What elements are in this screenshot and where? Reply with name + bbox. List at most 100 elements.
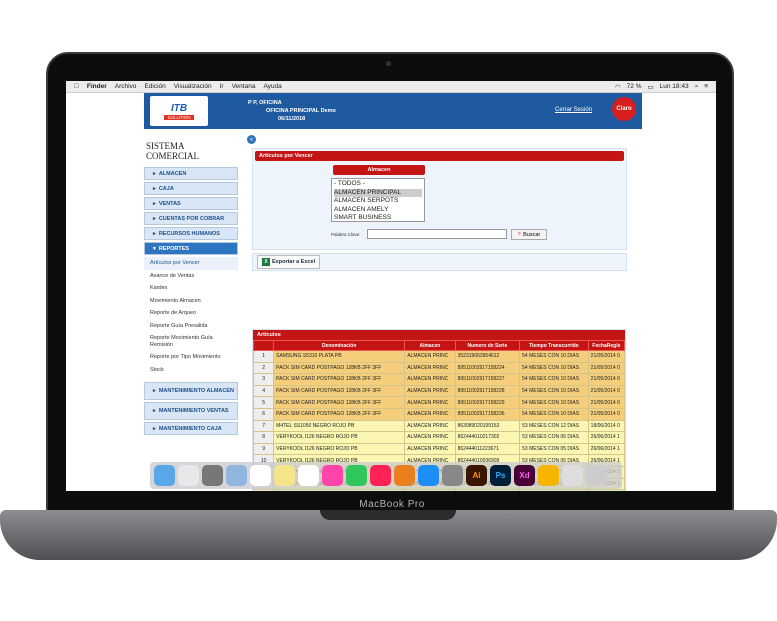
table-cell: 53 MESES CON 05 DIAS xyxy=(519,431,589,444)
report-stock[interactable]: Stock xyxy=(144,364,238,377)
wifi-icon[interactable]: ◠ xyxy=(615,83,621,91)
table-row[interactable]: 2 PACK SIM CARD POSTPAGO 128KB 2FF 3FF ALM… xyxy=(253,361,625,375)
table-cell: 21/05/2014 0 xyxy=(587,350,625,363)
report-guia-presalida[interactable]: Reporte Guía Presalida xyxy=(144,320,238,333)
dock-xd-icon[interactable]: Xd xyxy=(514,465,535,486)
col-index[interactable] xyxy=(253,340,275,351)
dock-messages-icon[interactable] xyxy=(346,465,367,486)
report-arqueo[interactable]: Reporte de Arqueo xyxy=(144,307,238,320)
col-serie[interactable]: Numero de Serie xyxy=(454,340,521,351)
menu-mant-caja[interactable]: ▸ MANTENIMIENTO CAJA xyxy=(144,422,238,435)
menu-mant-almacen[interactable]: ▸ MANTENIMIENTO ALMACEN xyxy=(144,382,238,400)
export-bar: X Exportar a Excel xyxy=(252,253,627,271)
dock-trash-icon[interactable] xyxy=(586,465,607,486)
menu-almacen[interactable]: ▸ ALMACEN xyxy=(144,167,238,180)
menu-list-icon[interactable]: ≡ xyxy=(704,83,708,90)
table-row[interactable]: 8 VERYKOOL I126 NEGRO ROJO PB ALMACEN PRIN… xyxy=(253,431,625,444)
table-row[interactable]: 5 PACK SIM CARD POSTPAGO 128KB 2FF 3FF ALM… xyxy=(253,396,625,409)
menu-archivo[interactable]: Archivo xyxy=(115,83,137,90)
table-cell: 54 MESES CON 10 DIAS xyxy=(519,361,589,375)
table-cell: M4TEL SS1050 NEGRO ROJO PB xyxy=(273,419,406,433)
report-movimiento[interactable]: Movimiento Almacen xyxy=(144,295,238,308)
menu-ir[interactable]: Ir xyxy=(220,83,224,90)
table-cell: 26/06/2014 1 xyxy=(587,442,625,456)
table-cell: 4 xyxy=(253,384,275,398)
almacen-listbox[interactable]: - TODOS - ALMACEN PRINCIPAL ALMACEN SERP… xyxy=(331,178,425,222)
menu-mant-ventas[interactable]: ▸ MANTENIMIENTO VENTAS xyxy=(144,402,238,420)
export-excel-button[interactable]: X Exportar a Excel xyxy=(257,255,321,269)
dock-chrome-icon[interactable] xyxy=(178,465,199,486)
battery-text[interactable]: 72 % xyxy=(627,83,642,90)
dock-music-icon[interactable] xyxy=(370,465,391,486)
table-cell: 2 xyxy=(253,361,275,375)
col-almacen[interactable]: Almacen xyxy=(404,340,456,351)
table-cell: 21/05/2014 0 xyxy=(587,361,625,375)
table-row[interactable]: 9 VERYKOOL I126 NEGRO ROJO PB ALMACEN PRIN… xyxy=(253,442,625,456)
dock-ps-icon[interactable]: Ps xyxy=(490,465,511,486)
dock-reminders-icon[interactable] xyxy=(298,465,319,486)
menu-visualizacion[interactable]: Visualización xyxy=(174,83,212,90)
option-principal[interactable]: ALMACEN PRINCIPAL xyxy=(334,188,422,197)
dock-photos-icon[interactable] xyxy=(322,465,343,486)
table-cell: ALMACEN PRINC xyxy=(404,373,456,386)
option-serpots[interactable]: ALMACEN SERPOTS xyxy=(334,197,422,206)
col-denominacion[interactable]: Denominación xyxy=(273,340,406,351)
app-header: ITB SOLUTION P P, OFICINA OFICINA PRINCI… xyxy=(144,93,642,129)
table-row[interactable]: 13LG L3 II NEGRO PBALMACEN PRINC35574705… xyxy=(253,489,625,491)
menu-reportes[interactable]: ▾ REPORTES xyxy=(144,242,238,255)
menu-caja[interactable]: ▸ CAJA xyxy=(144,182,238,195)
dock-calendar-icon[interactable] xyxy=(250,465,271,486)
menu-cuentas[interactable]: ▸ CUENTAS POR COBRAR xyxy=(144,212,238,225)
menu-ventana[interactable]: Ventana xyxy=(232,83,256,90)
dock-system-preferences-icon[interactable] xyxy=(442,465,463,486)
table-cell: 89511002917158229 xyxy=(454,396,521,409)
apple-icon[interactable]:  xyxy=(74,83,79,90)
col-tiempo[interactable]: Tiempo Transcurrido xyxy=(519,340,589,351)
menu-edicion[interactable]: Edición xyxy=(144,83,165,90)
menu-ayuda[interactable]: Ayuda xyxy=(263,83,281,90)
report-tipo-movimiento[interactable]: Reporte por Tipo Movimiento xyxy=(144,351,238,364)
dock-finder-icon[interactable] xyxy=(154,465,175,486)
table-cell: ALMACEN PRINC xyxy=(404,384,456,398)
option-todos[interactable]: - TODOS - xyxy=(334,180,422,189)
table-cell: LG L3 II NEGRO PB xyxy=(273,489,406,491)
dock-app-store-icon[interactable] xyxy=(418,465,439,486)
search-icon[interactable]: ⌕ xyxy=(695,83,699,91)
dock-downloads-icon[interactable] xyxy=(562,465,583,486)
col-fecha[interactable]: FechaRegis xyxy=(587,340,625,351)
report-articulos[interactable]: Artículos por Vencer xyxy=(144,257,238,270)
menu-ventas[interactable]: ▸ VENTAS xyxy=(144,197,238,210)
option-amely[interactable]: ALMACEN AMELY xyxy=(334,206,422,215)
option-smart[interactable]: SMART BUSINESS xyxy=(334,214,422,223)
search-button[interactable]: ⌕ Buscar xyxy=(511,229,548,240)
table-cell: 862444010217302 xyxy=(454,431,521,444)
keyword-label: Palabra Clave: xyxy=(331,232,361,237)
table-cell: 06/07/2014 1 xyxy=(587,489,625,491)
mac-dock: Ai Ps Xd xyxy=(150,462,622,489)
report-kardex[interactable]: Kardex xyxy=(144,282,238,295)
table-row[interactable]: 3 PACK SIM CARD POSTPAGO 128KB 2FF 3FF ALM… xyxy=(253,373,625,386)
menu-finder[interactable]: Finder xyxy=(87,83,107,90)
table-cell: 53 MESES CON 25 DIAS xyxy=(519,489,589,491)
battery-icon[interactable]: ▭ xyxy=(647,83,653,91)
clock[interactable]: Lun 18:43 xyxy=(660,83,689,90)
dock-ai-icon[interactable]: Ai xyxy=(466,465,487,486)
table-row[interactable]: 7 M4TEL SS1050 NEGRO ROJO PB ALMACEN PRINC… xyxy=(253,419,625,433)
dock-notes-icon[interactable] xyxy=(274,465,295,486)
table-cell: 54 MESES CON 10 DIAS xyxy=(519,384,589,398)
table-row[interactable]: 6 PACK SIM CARD POSTPAGO 128KB 2FF 3FF ALM… xyxy=(253,407,625,421)
logout-link[interactable]: Cerrar Sesión xyxy=(555,107,592,113)
table-cell: ALMACEN PRINC xyxy=(404,407,456,421)
report-avance[interactable]: Avance de Ventas xyxy=(144,270,238,283)
dock-preview-icon[interactable] xyxy=(226,465,247,486)
dock-books-icon[interactable] xyxy=(394,465,415,486)
collapse-toggle-icon[interactable]: « xyxy=(247,135,256,144)
menu-rrhh[interactable]: ▸ RECURSOS HUMANOS xyxy=(144,227,238,240)
dock-sketch-icon[interactable] xyxy=(538,465,559,486)
table-row[interactable]: 4 PACK SIM CARD POSTPAGO 128KB 2FF 3FF ALM… xyxy=(253,384,625,398)
dock-launchpad-icon[interactable] xyxy=(202,465,223,486)
table-row[interactable]: 1 SAMSUNG S5310 PLATA PB ALMACEN PRINC 3523… xyxy=(253,350,625,363)
table-cell: 352319063954612 xyxy=(454,350,521,363)
keyword-input[interactable] xyxy=(367,229,507,239)
report-guia-remision[interactable]: Reporte Movimiento Guía Remisión xyxy=(144,332,238,351)
